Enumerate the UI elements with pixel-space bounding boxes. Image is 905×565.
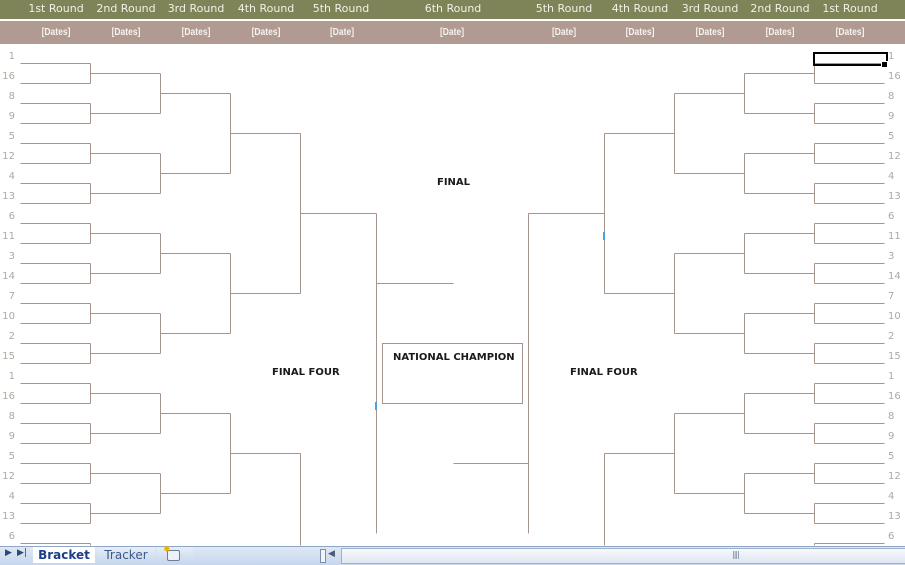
seed-number: 13 (888, 191, 901, 202)
seed-number: 5 (888, 451, 895, 462)
seed-number: 5 (8, 451, 15, 462)
seed-number: 11 (888, 231, 901, 242)
seed-number: 14 (888, 271, 901, 282)
seed-number: 6 (888, 531, 895, 542)
horizontal-scrollbar[interactable] (341, 548, 905, 564)
seed-number: 4 (8, 491, 15, 502)
final-four-label-left: FINAL FOUR (272, 367, 340, 378)
scroll-left-arrow[interactable]: ◀ (328, 549, 335, 559)
cell-marker (375, 402, 377, 410)
seed-number: 16 (888, 71, 901, 82)
cell-marker (603, 232, 605, 240)
scrollbar-grip-icon[interactable]: |||| (732, 550, 740, 559)
seed-number: 8 (888, 411, 895, 422)
seed-number: 7 (888, 291, 895, 302)
seed-number: 6 (8, 531, 15, 542)
seed-number: 8 (8, 411, 15, 422)
seed-number: 8 (888, 91, 895, 102)
seed-number: 9 (8, 111, 15, 122)
seed-number: 1 (8, 51, 15, 62)
seed-number: 1 (888, 51, 895, 62)
seed-number: 3 (8, 251, 15, 262)
seed-number: 15 (888, 351, 901, 362)
seed-number: 15 (2, 351, 15, 362)
seed-number: 6 (8, 211, 15, 222)
seed-number: 12 (2, 151, 15, 162)
seed-number: 13 (2, 511, 15, 522)
seed-number: 3 (888, 251, 895, 262)
seed-number: 9 (888, 431, 895, 442)
seed-number: 10 (888, 311, 901, 322)
seed-number: 4 (888, 171, 895, 182)
seed-number: 12 (888, 151, 901, 162)
seed-number: 4 (888, 491, 895, 502)
seed-number: 1 (8, 371, 15, 382)
seed-number: 16 (888, 391, 901, 402)
bracket-lines (20, 63, 885, 546)
seed-number: 4 (8, 171, 15, 182)
final-label: FINAL (437, 177, 471, 188)
fill-handle[interactable] (881, 61, 888, 68)
seed-number: 12 (888, 471, 901, 482)
seed-number: 9 (8, 431, 15, 442)
tab-tracker[interactable]: Tracker (97, 547, 155, 563)
seed-number: 14 (2, 271, 15, 282)
seed-number: 2 (8, 331, 15, 342)
seed-number: 2 (888, 331, 895, 342)
seed-number: 9 (888, 111, 895, 122)
last-sheet-button[interactable]: ▶| (17, 548, 27, 558)
selected-cell[interactable] (813, 52, 888, 66)
seed-number: 5 (888, 131, 895, 142)
seed-number: 16 (2, 391, 15, 402)
seed-number: 10 (2, 311, 15, 322)
seed-number: 8 (8, 91, 15, 102)
seed-number: 5 (8, 131, 15, 142)
seed-number: 16 (2, 71, 15, 82)
seed-number: 7 (8, 291, 15, 302)
seed-number: 12 (2, 471, 15, 482)
seed-number: 1 (888, 371, 895, 382)
seed-number: 13 (888, 511, 901, 522)
tab-bracket[interactable]: Bracket (33, 547, 95, 563)
seed-number: 11 (2, 231, 15, 242)
tab-split-handle[interactable] (320, 549, 326, 563)
national-champion-label: NATIONAL CHAMPION (393, 352, 515, 363)
seed-number: 13 (2, 191, 15, 202)
final-four-label-right: FINAL FOUR (570, 367, 638, 378)
seed-number: 6 (888, 211, 895, 222)
new-sparkle-icon: ✸ (163, 545, 171, 555)
next-sheet-button[interactable]: ▶ (5, 548, 12, 558)
